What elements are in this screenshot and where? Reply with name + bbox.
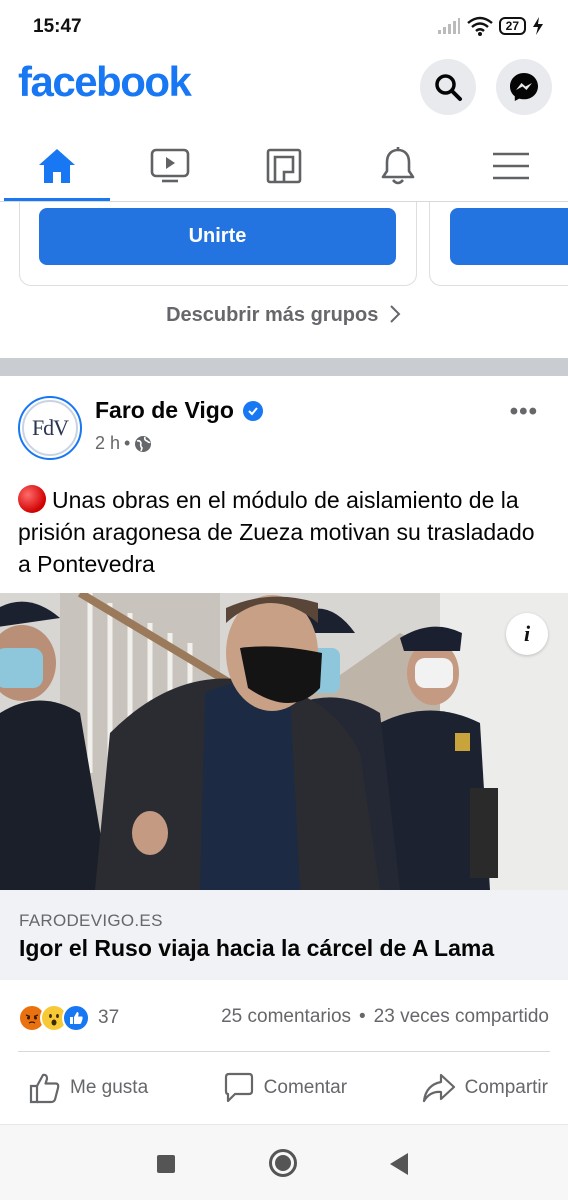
post-options-button[interactable]: •••: [510, 398, 538, 426]
search-button[interactable]: [420, 59, 476, 115]
divider: [18, 1051, 550, 1052]
post-text: Unas obras en el módulo de aislamiento d…: [18, 484, 553, 580]
app-header: facebook: [0, 54, 568, 118]
wifi-icon: [466, 16, 493, 36]
feed-separator: [0, 358, 568, 376]
page-avatar-logo: FdV: [22, 400, 78, 456]
red-circle-icon: [18, 485, 46, 513]
bell-icon: [381, 146, 414, 184]
tab-notifications[interactable]: [341, 130, 455, 201]
post-image[interactable]: i: [0, 593, 568, 890]
comment-button[interactable]: Comentar: [222, 1058, 347, 1118]
like-label: Me gusta: [70, 1077, 149, 1098]
link-domain: FARODEVIGO.ES: [19, 911, 163, 930]
like-button[interactable]: Me gusta: [28, 1058, 148, 1118]
system-navigation-bar: [0, 1124, 568, 1200]
share-button[interactable]: Compartir: [421, 1058, 548, 1118]
like-reaction-icon: [62, 1004, 90, 1032]
tab-menu[interactable]: [454, 130, 568, 201]
messenger-icon: [510, 73, 538, 101]
post-actions: Me gusta Comentar Compartir: [0, 1058, 568, 1118]
main-tabs: [0, 130, 568, 202]
charging-icon: [533, 17, 543, 35]
status-bar: 15:47 27: [0, 0, 568, 54]
stats-dot: •: [359, 1006, 366, 1027]
info-button[interactable]: i: [506, 613, 548, 655]
join-group-button[interactable]: Unirte: [39, 208, 396, 265]
discover-groups-link[interactable]: Descubrir más grupos: [0, 304, 568, 327]
battery-indicator: 27: [498, 17, 526, 35]
back-button[interactable]: [390, 1153, 408, 1175]
facebook-logo[interactable]: facebook: [18, 58, 192, 106]
shares-count[interactable]: 23 veces compartido: [374, 1006, 549, 1028]
reactions-count: 37: [98, 1007, 120, 1028]
post-stats: 25 comentarios • 23 veces compartido: [221, 1006, 549, 1028]
link-title: Igor el Ruso viaja hacia la cárcel de A …: [19, 935, 495, 961]
post-meta: 2 h •: [95, 433, 152, 454]
post-text-body: Unas obras en el módulo de aislamiento d…: [18, 487, 535, 577]
status-icons: 27: [437, 16, 544, 36]
tab-home[interactable]: [0, 130, 114, 201]
link-preview[interactable]: FARODEVIGO.ES Igor el Ruso viaja hacia l…: [0, 890, 568, 980]
globe-icon: [135, 435, 152, 452]
comment-icon: [224, 1072, 253, 1103]
feeds-icon: [266, 148, 302, 183]
chevron-right-icon: [390, 305, 401, 323]
tab-feeds[interactable]: [227, 130, 341, 201]
search-icon: [435, 74, 462, 101]
thumbs-up-icon: [29, 1073, 60, 1104]
verified-badge-icon: [243, 401, 263, 421]
post-time[interactable]: 2 h: [95, 433, 120, 454]
share-icon: [422, 1073, 455, 1103]
home-icon: [38, 148, 75, 183]
watch-icon: [151, 148, 190, 182]
comment-label: Comentar: [263, 1077, 348, 1098]
reactions-summary[interactable]: 37: [18, 1001, 119, 1035]
recents-button[interactable]: [157, 1155, 175, 1173]
page-name[interactable]: Faro de Vigo: [95, 397, 234, 424]
comments-count[interactable]: 25 comentarios: [221, 1006, 351, 1028]
photo-illustration: [0, 593, 568, 890]
messenger-button[interactable]: [496, 59, 552, 115]
discover-groups-label: Descubrir más grupos: [166, 304, 379, 326]
share-label: Compartir: [464, 1077, 548, 1098]
join-group-button-partial[interactable]: [450, 208, 568, 265]
tab-watch[interactable]: [114, 130, 228, 201]
page-avatar[interactable]: FdV: [18, 396, 82, 460]
menu-icon: [493, 152, 530, 179]
signal-icon: [437, 18, 460, 34]
home-button[interactable]: [269, 1149, 297, 1177]
meta-dot: •: [124, 433, 131, 453]
status-time: 15:47: [33, 16, 82, 37]
